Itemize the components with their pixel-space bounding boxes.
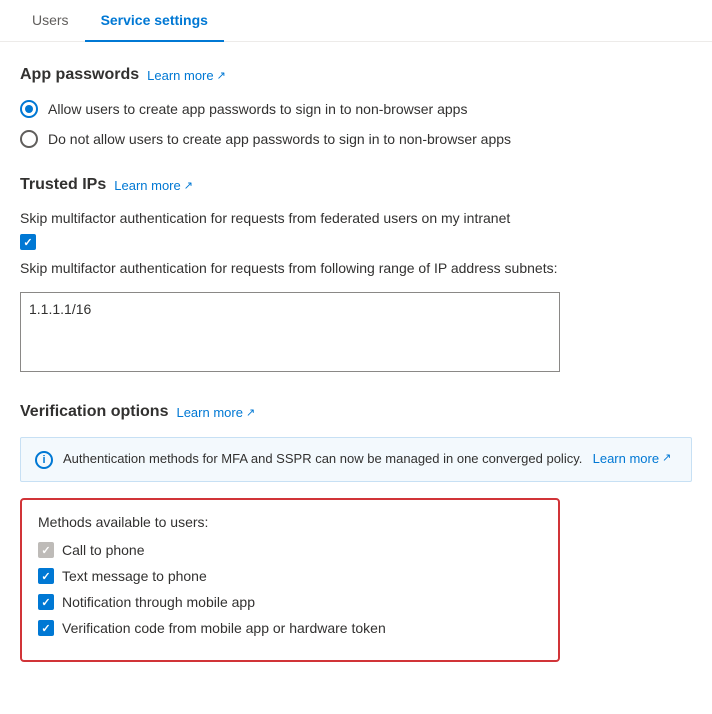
- skip-range-label: Skip multifactor authentication for requ…: [20, 260, 692, 276]
- trusted-ips-learn-more[interactable]: Learn more ↗: [114, 178, 193, 193]
- methods-box: Methods available to users: Call to phon…: [20, 498, 560, 662]
- app-passwords-title: App passwords: [20, 66, 139, 84]
- external-link-icon: ↗: [217, 69, 226, 82]
- main-content: App passwords Learn more ↗ Allow users t…: [0, 42, 712, 714]
- trusted-ips-section: Trusted IPs Learn more ↗ Skip multifacto…: [20, 176, 692, 375]
- call-to-phone-label: Call to phone: [62, 542, 145, 558]
- radio-allow-label: Allow users to create app passwords to s…: [48, 101, 467, 117]
- notification-mobile-checkbox: [38, 594, 54, 610]
- verification-code-checkbox: [38, 620, 54, 636]
- ip-subnets-input[interactable]: [20, 292, 560, 372]
- call-to-phone-checkbox: [38, 542, 54, 558]
- external-link-icon-2: ↗: [184, 179, 193, 192]
- method-text-message[interactable]: Text message to phone: [38, 568, 542, 584]
- app-passwords-section: App passwords Learn more ↗ Allow users t…: [20, 66, 692, 148]
- info-icon: i: [35, 451, 53, 469]
- tab-service-settings[interactable]: Service settings: [85, 0, 224, 42]
- verification-options-title: Verification options: [20, 403, 168, 421]
- radio-disallow-label: Do not allow users to create app passwor…: [48, 131, 511, 147]
- external-link-icon-4: ↗: [662, 451, 671, 466]
- skip-federated-checkbox-item[interactable]: [20, 234, 692, 250]
- verification-options-title-row: Verification options Learn more ↗: [20, 403, 692, 421]
- info-text: Authentication methods for MFA and SSPR …: [63, 450, 671, 468]
- tab-bar: Users Service settings: [0, 0, 712, 42]
- app-passwords-options: Allow users to create app passwords to s…: [20, 100, 692, 148]
- external-link-icon-3: ↗: [246, 406, 255, 419]
- info-text-content: Authentication methods for MFA and SSPR …: [63, 451, 582, 466]
- text-message-checkbox: [38, 568, 54, 584]
- skip-federated-checkbox: [20, 234, 36, 250]
- radio-allow-circle: [20, 100, 38, 118]
- methods-title: Methods available to users:: [38, 514, 542, 530]
- app-passwords-learn-more[interactable]: Learn more ↗: [147, 68, 226, 83]
- verification-options-learn-more[interactable]: Learn more ↗: [176, 405, 255, 420]
- method-notification-mobile[interactable]: Notification through mobile app: [38, 594, 542, 610]
- method-call-to-phone[interactable]: Call to phone: [38, 542, 542, 558]
- info-learn-more-label: Learn more: [593, 450, 659, 468]
- verification-options-learn-more-label: Learn more: [176, 405, 242, 420]
- radio-allow[interactable]: Allow users to create app passwords to s…: [20, 100, 692, 118]
- info-learn-more[interactable]: Learn more ↗: [586, 450, 671, 468]
- skip-federated-label: Skip multifactor authentication for requ…: [20, 210, 692, 226]
- info-banner: i Authentication methods for MFA and SSP…: [20, 437, 692, 482]
- notification-mobile-label: Notification through mobile app: [62, 594, 255, 610]
- trusted-ips-learn-more-label: Learn more: [114, 178, 180, 193]
- trusted-ips-title-row: Trusted IPs Learn more ↗: [20, 176, 692, 194]
- app-passwords-learn-more-label: Learn more: [147, 68, 213, 83]
- method-verification-code[interactable]: Verification code from mobile app or har…: [38, 620, 542, 636]
- radio-disallow[interactable]: Do not allow users to create app passwor…: [20, 130, 692, 148]
- text-message-label: Text message to phone: [62, 568, 207, 584]
- radio-disallow-circle: [20, 130, 38, 148]
- trusted-ips-title: Trusted IPs: [20, 176, 106, 194]
- tab-users[interactable]: Users: [16, 0, 85, 42]
- verification-code-label: Verification code from mobile app or har…: [62, 620, 386, 636]
- verification-options-section: Verification options Learn more ↗ i Auth…: [20, 403, 692, 662]
- app-passwords-title-row: App passwords Learn more ↗: [20, 66, 692, 84]
